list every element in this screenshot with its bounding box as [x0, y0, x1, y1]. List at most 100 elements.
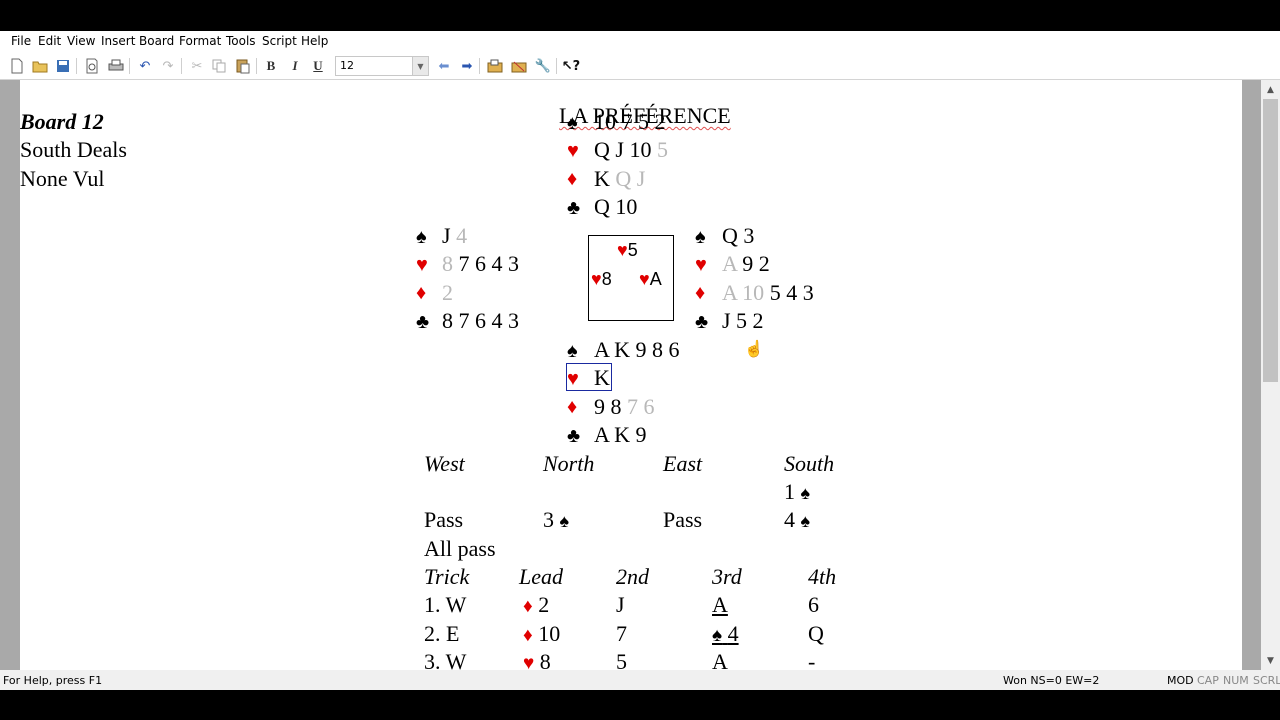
east-hearts: A 9 2	[722, 251, 770, 276]
club-icon: ♣	[567, 425, 581, 447]
deal-hands-icon[interactable]	[486, 57, 504, 75]
table-row: J	[616, 592, 625, 617]
table-row: 7	[616, 621, 627, 646]
wrench-icon[interactable]: 🔧	[534, 57, 552, 75]
document-page[interactable]: LA PRÉFÉRENCE Board 12 South Deals None …	[20, 80, 1242, 670]
heart-icon: ♥	[567, 140, 579, 162]
scroll-thumb[interactable]	[1263, 99, 1278, 382]
menu-view[interactable]: View	[67, 34, 95, 48]
table-row: ♦ 2	[523, 592, 550, 617]
bold-button[interactable]: B	[262, 57, 280, 75]
spade-icon: ♠	[800, 483, 811, 503]
spade-icon: ♠	[567, 112, 578, 134]
west-hearts: 8 7 6 4 3	[442, 251, 519, 276]
underline-button[interactable]: U	[309, 57, 327, 75]
italic-button[interactable]: I	[286, 57, 304, 75]
table-row: 6	[808, 592, 819, 617]
table-row: 2. E	[424, 621, 460, 646]
menu-help[interactable]: Help	[301, 34, 328, 48]
table-row: Q	[808, 621, 824, 646]
auction-bid: Pass	[663, 507, 703, 532]
table-row: ♥ 8	[523, 651, 551, 671]
board-number: Board 12	[20, 109, 104, 134]
play-header-4th: 4th	[808, 564, 837, 589]
table-row: 1. W	[424, 592, 467, 617]
menu-edit[interactable]: Edit	[38, 34, 61, 48]
cut-icon[interactable]: ✂	[188, 57, 206, 75]
status-cap: CAP	[1197, 674, 1219, 687]
forward-arrow-icon[interactable]: ➡	[458, 57, 476, 75]
auction-bid: 3 ♠	[543, 507, 570, 532]
south-spades: A K 9 8 6	[594, 337, 680, 362]
diamond-icon: ♦	[523, 596, 533, 617]
status-bar: For Help, press F1 Won NS=0 EW=2 MOD CAP…	[0, 670, 1280, 690]
auction-header-west: West	[424, 451, 465, 476]
menu-insert[interactable]: Insert	[101, 34, 135, 48]
toolbar: ↶ ↷ ✂ B I U ⬅ ➡ 🔧 ↖?	[0, 53, 1280, 80]
north-spades: 10 7 5 2	[594, 109, 666, 134]
context-help-icon[interactable]: ↖?	[562, 57, 580, 75]
club-icon: ♣	[416, 311, 430, 333]
heart-icon: ♥	[416, 254, 428, 276]
spade-icon: ♠	[800, 511, 811, 531]
west-spades: J 4	[442, 223, 468, 248]
menu-file[interactable]: File	[11, 34, 31, 48]
font-size-value: 12	[340, 59, 354, 72]
play-header-2nd: 2nd	[616, 564, 649, 589]
diamond-icon: ♦	[416, 282, 427, 304]
undo-icon[interactable]: ↶	[136, 57, 154, 75]
chevron-down-icon[interactable]: ▼	[412, 57, 428, 75]
south-diamonds: 9 8 7 6	[594, 394, 655, 419]
north-trick-card: ♥5	[617, 240, 638, 260]
font-size-select[interactable]: 12 ▼	[335, 56, 429, 76]
north-hearts: Q J 10 5	[594, 137, 668, 162]
east-trick-card: ♥A	[639, 269, 662, 289]
auction-header-east: East	[663, 451, 703, 476]
auction-header-north: North	[543, 451, 595, 476]
print-icon[interactable]	[107, 57, 125, 75]
auction-bid: 1 ♠	[784, 479, 811, 504]
paste-icon[interactable]	[234, 57, 252, 75]
diamond-icon: ♦	[567, 396, 578, 418]
diamond-icon: ♦	[523, 625, 533, 646]
dealer-label: South Deals	[20, 137, 127, 162]
heart-icon: ♥	[523, 653, 535, 670]
save-icon[interactable]	[54, 57, 72, 75]
table-row: 3. W	[424, 649, 467, 671]
east-clubs: J 5 2	[722, 308, 764, 333]
club-icon: ♣	[567, 197, 581, 219]
play-header-lead: Lead	[519, 564, 563, 589]
scroll-down-icon[interactable]: ▼	[1261, 652, 1280, 669]
vertical-scrollbar[interactable]: ▲ ▼	[1261, 80, 1280, 670]
status-scrl: SCRL	[1253, 674, 1280, 687]
menu-tools[interactable]: Tools	[226, 34, 256, 48]
table-row: A	[712, 592, 728, 617]
play-header-trick: Trick	[424, 564, 470, 589]
auction-final: All pass	[424, 536, 496, 561]
west-trick-card: ♥8	[591, 269, 612, 289]
table-row: ♦ 10	[523, 621, 561, 646]
menu-format[interactable]: Format	[179, 34, 221, 48]
back-arrow-icon[interactable]: ⬅	[435, 57, 453, 75]
status-mod: MOD	[1167, 674, 1194, 687]
south-hearts[interactable]: K	[594, 367, 610, 389]
print-preview-icon[interactable]	[83, 57, 101, 75]
west-clubs: 8 7 6 4 3	[442, 308, 519, 333]
redo-icon[interactable]: ↷	[159, 57, 177, 75]
heart-icon: ♥	[695, 254, 707, 276]
shuffle-icon[interactable]	[510, 57, 528, 75]
hand-pointer-cursor-icon: ☝	[744, 341, 764, 358]
copy-icon[interactable]	[210, 57, 228, 75]
scroll-up-icon[interactable]: ▲	[1261, 81, 1280, 98]
diamond-icon: ♦	[695, 282, 706, 304]
status-num: NUM	[1223, 674, 1249, 687]
menu-board[interactable]: Board	[139, 34, 174, 48]
open-folder-icon[interactable]	[31, 57, 49, 75]
new-document-icon[interactable]	[8, 57, 26, 75]
table-row: A	[712, 649, 728, 671]
menu-script[interactable]: Script	[262, 34, 297, 48]
vulnerability-label: None Vul	[20, 166, 105, 191]
club-icon: ♣	[695, 311, 709, 333]
south-clubs: A K 9	[594, 422, 647, 447]
east-diamonds: A 10 5 4 3	[722, 280, 814, 305]
